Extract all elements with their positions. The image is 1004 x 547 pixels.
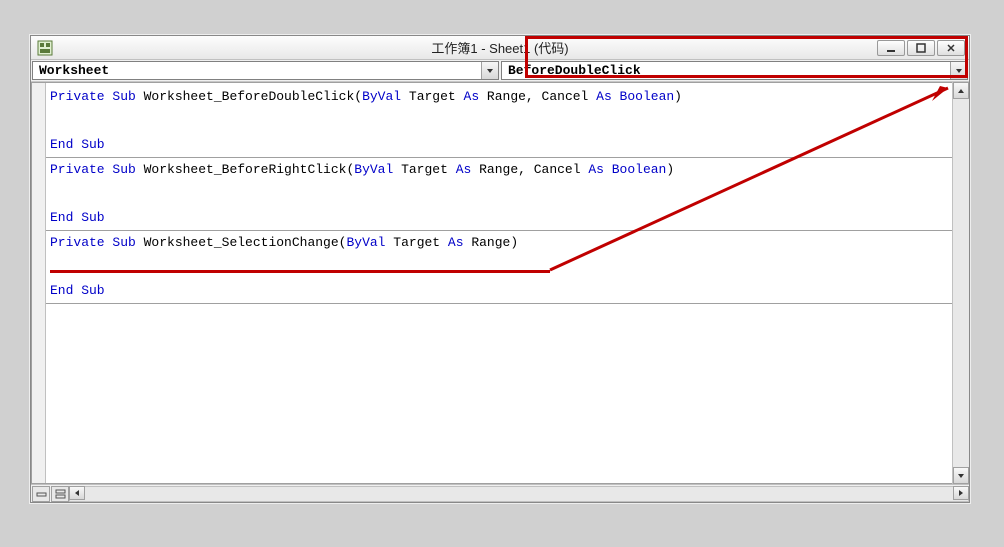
vertical-scrollbar[interactable] xyxy=(952,82,969,484)
window-controls xyxy=(877,40,965,56)
proc-separator xyxy=(46,230,968,231)
procedure-view-button[interactable] xyxy=(32,486,50,502)
dropdown-row: Worksheet BeforeDoubleClick xyxy=(31,60,969,82)
horizontal-scrollbar[interactable] xyxy=(69,486,969,502)
window-title: 工作簿1 - Sheet1 (代码) xyxy=(31,38,969,57)
code-gutter xyxy=(32,83,46,483)
chevron-down-icon xyxy=(950,62,967,79)
close-button[interactable] xyxy=(937,40,965,56)
titlebar: 工作簿1 - Sheet1 (代码) xyxy=(31,36,969,60)
scroll-up-icon[interactable] xyxy=(953,82,969,99)
maximize-button[interactable] xyxy=(907,40,935,56)
object-dropdown[interactable]: Worksheet xyxy=(32,61,499,80)
procedure-dropdown-text: BeforeDoubleClick xyxy=(502,63,950,78)
scroll-down-icon[interactable] xyxy=(953,467,969,484)
proc-separator xyxy=(46,303,968,304)
chevron-down-icon xyxy=(481,62,498,79)
scroll-left-icon[interactable] xyxy=(69,486,85,500)
proc-separator xyxy=(46,157,968,158)
full-module-view-button[interactable] xyxy=(51,486,69,502)
bottom-bar xyxy=(31,484,969,502)
minimize-button[interactable] xyxy=(877,40,905,56)
vba-code-window: 工作簿1 - Sheet1 (代码) Worksheet BeforeDoubl… xyxy=(30,35,970,503)
window-icon xyxy=(37,40,53,56)
procedure-dropdown[interactable]: BeforeDoubleClick xyxy=(501,61,968,80)
scroll-right-icon[interactable] xyxy=(953,486,969,500)
code-pane: Private Sub Worksheet_BeforeDoubleClick(… xyxy=(31,82,969,484)
code-editor[interactable]: Private Sub Worksheet_BeforeDoubleClick(… xyxy=(46,83,968,483)
object-dropdown-text: Worksheet xyxy=(33,63,481,78)
